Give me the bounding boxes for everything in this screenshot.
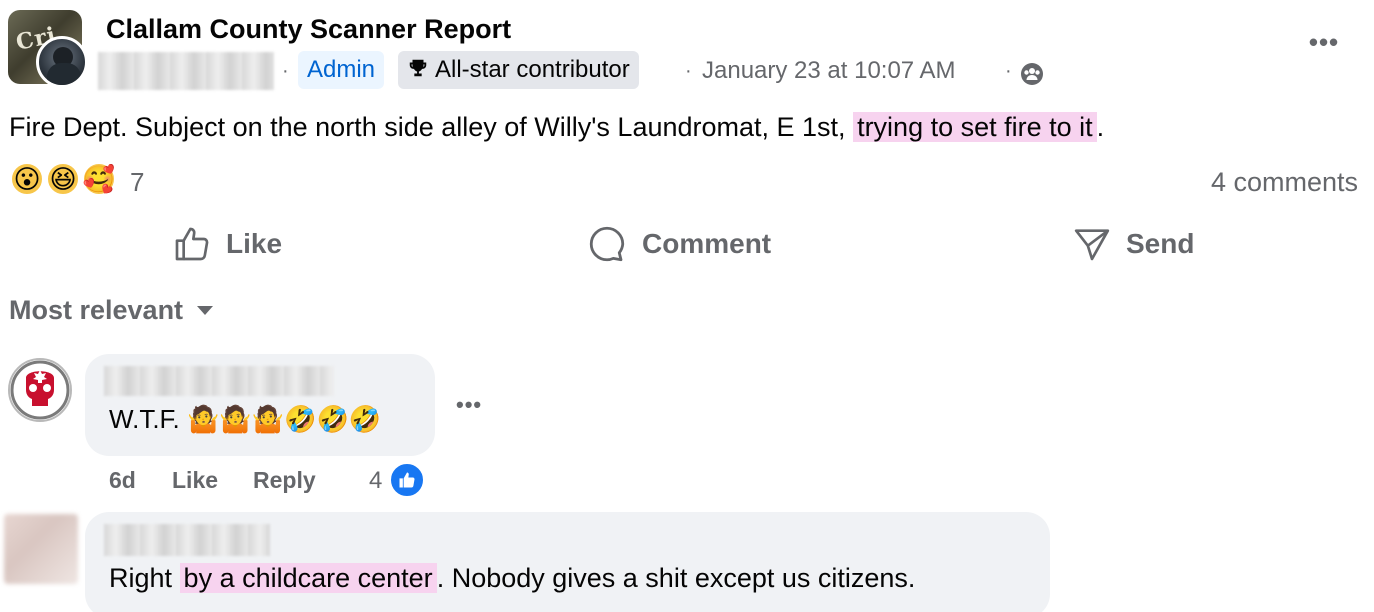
sort-label: Most relevant bbox=[9, 295, 184, 325]
like-button[interactable]: Like bbox=[172, 222, 282, 266]
commenter-name-redacted[interactable] bbox=[104, 524, 270, 556]
commenter-avatar-redacted[interactable] bbox=[4, 514, 78, 584]
comment-button[interactable]: Comment bbox=[586, 222, 771, 266]
comment-text-highlight: by a childcare center bbox=[179, 563, 437, 593]
comment-like-count[interactable]: 4 bbox=[369, 467, 382, 495]
comment-more-options-icon[interactable]: ••• bbox=[456, 392, 482, 418]
reaction-count[interactable]: 7 bbox=[130, 167, 144, 198]
comment-text-start: Right bbox=[109, 563, 180, 593]
group-members-icon[interactable] bbox=[1020, 62, 1044, 86]
post-text-start: Fire Dept. Subject on the north side all… bbox=[9, 112, 854, 142]
post-text: Fire Dept. Subject on the north side all… bbox=[9, 112, 1104, 143]
wow-reaction-icon[interactable]: 😮 bbox=[10, 162, 44, 196]
group-name[interactable]: Clallam County Scanner Report bbox=[106, 14, 511, 45]
commenter-name-redacted[interactable] bbox=[104, 366, 334, 396]
send-label: Send bbox=[1126, 228, 1195, 259]
separator-dot: · bbox=[685, 60, 692, 82]
caret-down-icon bbox=[197, 306, 214, 315]
trophy-icon bbox=[407, 53, 429, 91]
post-timestamp[interactable]: January 23 at 10:07 AM bbox=[702, 57, 956, 85]
author-avatar[interactable] bbox=[36, 36, 88, 88]
comment-like-button[interactable]: Like bbox=[172, 467, 218, 494]
comment-age[interactable]: 6d bbox=[109, 467, 136, 494]
haha-reaction-icon[interactable]: 😆 bbox=[46, 162, 80, 196]
care-reaction-icon[interactable]: 🥰 bbox=[82, 162, 116, 196]
comment-label: Comment bbox=[642, 228, 772, 259]
send-button[interactable]: Send bbox=[1072, 222, 1194, 266]
comment-bubble-icon bbox=[589, 226, 625, 262]
commenter-avatar[interactable] bbox=[8, 358, 72, 422]
comment-reply-button[interactable]: Reply bbox=[253, 467, 316, 494]
allstar-label: All-star contributor bbox=[435, 56, 630, 83]
admin-badge[interactable]: Admin bbox=[298, 51, 385, 89]
separator-dot: · bbox=[282, 60, 289, 82]
post-text-highlight: trying to set fire to it bbox=[853, 112, 1097, 142]
comments-count[interactable]: 4 comments bbox=[1211, 167, 1358, 198]
separator-dot: · bbox=[1005, 60, 1012, 82]
comment-sort-dropdown[interactable]: Most relevant bbox=[9, 295, 214, 326]
send-icon bbox=[1074, 229, 1110, 261]
post-more-options-icon[interactable]: ••• bbox=[1306, 29, 1342, 60]
thumbs-up-icon bbox=[175, 227, 209, 261]
allstar-contributor-badge[interactable]: All-star contributor bbox=[398, 51, 639, 89]
like-label: Like bbox=[226, 228, 283, 259]
comment-text-end: . Nobody gives a shit except us citizens… bbox=[436, 563, 916, 593]
like-reaction-icon[interactable] bbox=[389, 462, 425, 498]
comment-text: Right by a childcare center. Nobody give… bbox=[109, 563, 915, 594]
post-text-end: . bbox=[1096, 112, 1105, 142]
author-name-redacted[interactable] bbox=[98, 52, 274, 90]
comment-text: W.T.F. 🤷🤷🤷🤣🤣🤣 bbox=[109, 404, 382, 434]
